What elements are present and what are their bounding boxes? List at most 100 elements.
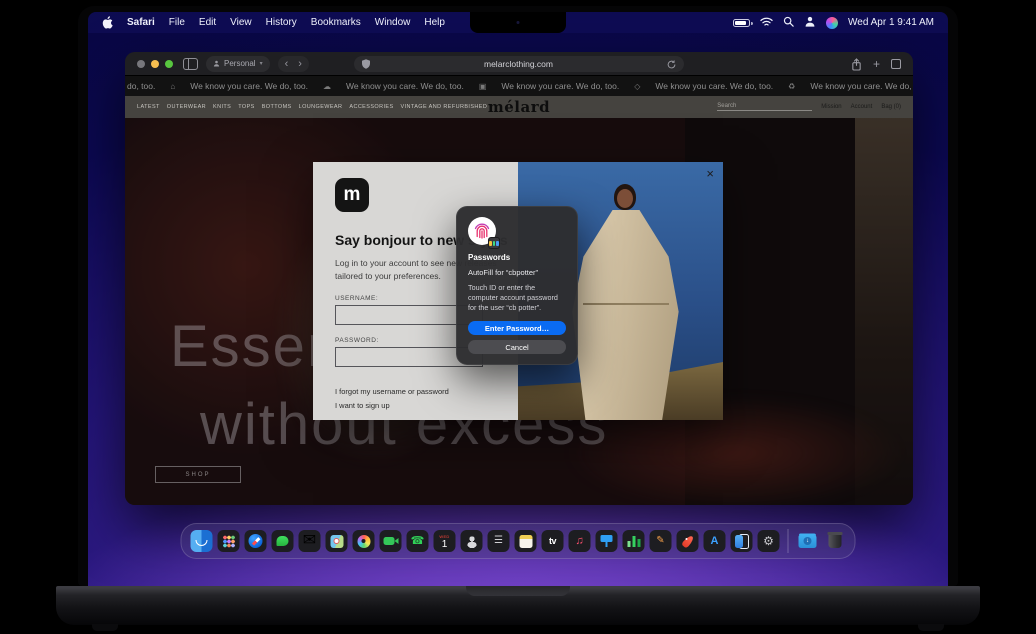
menu-item-file[interactable]: File	[169, 17, 185, 28]
url-text: melarclothing.com	[370, 59, 667, 69]
photos-icon[interactable]	[353, 530, 375, 552]
calendar-icon[interactable]: WED1	[434, 530, 456, 552]
dock-separator	[788, 529, 789, 553]
menu-item-bookmarks[interactable]: Bookmarks	[311, 17, 361, 28]
passwords-app-badge-icon	[488, 237, 500, 249]
apple-menu-icon[interactable]	[102, 16, 113, 29]
login-links: I forgot my username or password I want …	[335, 387, 496, 410]
notes-icon[interactable]	[515, 530, 537, 552]
nav-tops[interactable]: TOPS	[238, 104, 254, 110]
appstore-icon[interactable]: A	[704, 530, 726, 552]
macbook-base	[56, 586, 980, 625]
music-icon[interactable]: ♫	[569, 530, 591, 552]
user-switching-icon[interactable]	[804, 14, 816, 32]
iphone-mirroring-icon[interactable]	[731, 530, 753, 552]
battery-icon[interactable]	[733, 19, 750, 27]
back-button[interactable]: ‹	[285, 59, 289, 69]
chevron-down-icon: ▾	[260, 60, 263, 67]
privacy-shield-icon	[362, 59, 370, 69]
dialog-body-text: Touch ID or enter the computer account p…	[468, 283, 566, 313]
nav-vintage[interactable]: VINTAGE AND REFURBISHED	[401, 104, 488, 110]
site-logo[interactable]: mélard	[488, 98, 550, 116]
link-bag[interactable]: Bag (0)	[881, 104, 901, 110]
cancel-button[interactable]: Cancel	[468, 340, 566, 354]
safari-toolbar: Personal ▾ ‹ › melarclothing.com	[125, 52, 913, 76]
new-tab-button[interactable]: +	[873, 58, 880, 70]
menu-item-window[interactable]: Window	[375, 17, 411, 28]
washer-icon: ▣	[479, 82, 487, 91]
phone-icon[interactable]: ☎	[407, 530, 429, 552]
wifi-icon[interactable]	[760, 14, 773, 32]
share-icon[interactable]	[851, 58, 862, 71]
safari-icon[interactable]	[245, 530, 267, 552]
menu-bar-status: Wed Apr 1 9:41 AM	[733, 14, 934, 32]
forgot-credentials-link[interactable]: I forgot my username or password	[335, 387, 496, 396]
nav-loungewear[interactable]: LOUNGEWEAR	[299, 104, 343, 110]
site-nav: LATEST OUTERWEAR KNITS TOPS BOTTOMS LOUN…	[137, 104, 487, 110]
ticker-text: We know you care. We do, too.	[501, 81, 619, 91]
enter-password-button[interactable]: Enter Password…	[468, 321, 566, 335]
nav-bottoms[interactable]: BOTTOMS	[262, 104, 292, 110]
lid-scoop	[466, 586, 570, 596]
numbers-icon[interactable]	[623, 530, 645, 552]
menu-item-help[interactable]: Help	[424, 17, 445, 28]
downloads-icon[interactable]	[797, 530, 819, 552]
nav-latest[interactable]: LATEST	[137, 104, 160, 110]
profile-label: Personal	[224, 59, 256, 68]
forward-button[interactable]: ›	[298, 59, 302, 69]
facetime-icon[interactable]	[380, 530, 402, 552]
ticker-text: We know you care. We do, too.	[346, 81, 464, 91]
modal-close-icon[interactable]: ×	[706, 167, 714, 180]
shop-button[interactable]: SHOP	[155, 466, 241, 483]
dialog-subtitle: AutoFill for “cbpotter”	[468, 268, 566, 277]
link-mission[interactable]: Mission	[821, 104, 841, 110]
rocket-icon[interactable]	[677, 530, 699, 552]
menu-item-edit[interactable]: Edit	[199, 17, 216, 28]
pages-icon[interactable]: ✎	[650, 530, 672, 552]
site-header-right: Search Mission Account Bag (0)	[717, 103, 901, 111]
droplet-icon: ◇	[634, 82, 640, 91]
mail-icon[interactable]: ✉	[299, 530, 321, 552]
macbook-foot	[918, 624, 944, 631]
signup-link[interactable]: I want to sign up	[335, 401, 496, 410]
camera-notch	[470, 12, 566, 33]
tab-overview-button[interactable]	[891, 59, 901, 69]
safari-window: Personal ▾ ‹ › melarclothing.com	[125, 52, 913, 505]
contacts-icon[interactable]	[461, 530, 483, 552]
settings-icon[interactable]: ⚙	[758, 530, 780, 552]
photo-model-head	[617, 189, 633, 208]
menu-item-view[interactable]: View	[230, 17, 252, 28]
zoom-window-button[interactable]	[165, 60, 173, 68]
menu-bar-clock[interactable]: Wed Apr 1 9:41 AM	[848, 17, 934, 28]
spotlight-search-icon[interactable]	[783, 14, 794, 32]
address-bar[interactable]: melarclothing.com	[354, 56, 684, 72]
cloud-icon: ☁	[323, 82, 331, 91]
nav-accessories[interactable]: ACCESSORIES	[349, 104, 393, 110]
minimize-window-button[interactable]	[151, 60, 159, 68]
macbook: Safari File Edit View History Bookmarks …	[0, 0, 1036, 634]
close-window-button[interactable]	[137, 60, 145, 68]
ticker-text: We know you care. We do, too.	[190, 81, 308, 91]
menu-bar-left: Safari File Edit View History Bookmarks …	[102, 16, 445, 29]
messages-icon[interactable]	[272, 530, 294, 552]
nav-outerwear[interactable]: OUTERWEAR	[167, 104, 206, 110]
camera-icon	[517, 21, 520, 24]
dock: ✉ ☎WED1 ☰ tv♫ ✎ A ⚙	[181, 523, 856, 559]
menu-item-safari[interactable]: Safari	[127, 17, 155, 28]
profile-switcher[interactable]: Personal ▾	[206, 56, 270, 72]
site-header: LATEST OUTERWEAR KNITS TOPS BOTTOMS LOUN…	[125, 96, 913, 118]
tv-icon[interactable]: tv	[542, 530, 564, 552]
link-account[interactable]: Account	[851, 104, 873, 110]
sidebar-icon[interactable]	[183, 58, 198, 70]
reminders-icon[interactable]: ☰	[488, 530, 510, 552]
menu-item-history[interactable]: History	[266, 17, 297, 28]
nav-knits[interactable]: KNITS	[213, 104, 231, 110]
launchpad-icon[interactable]	[218, 530, 240, 552]
reload-icon[interactable]	[667, 60, 676, 69]
siri-icon[interactable]	[826, 17, 838, 29]
site-search-input[interactable]: Search	[717, 103, 812, 111]
trash-icon[interactable]	[824, 530, 846, 552]
finder-icon[interactable]	[191, 530, 213, 552]
keynote-icon[interactable]	[596, 530, 618, 552]
maps-icon[interactable]	[326, 530, 348, 552]
